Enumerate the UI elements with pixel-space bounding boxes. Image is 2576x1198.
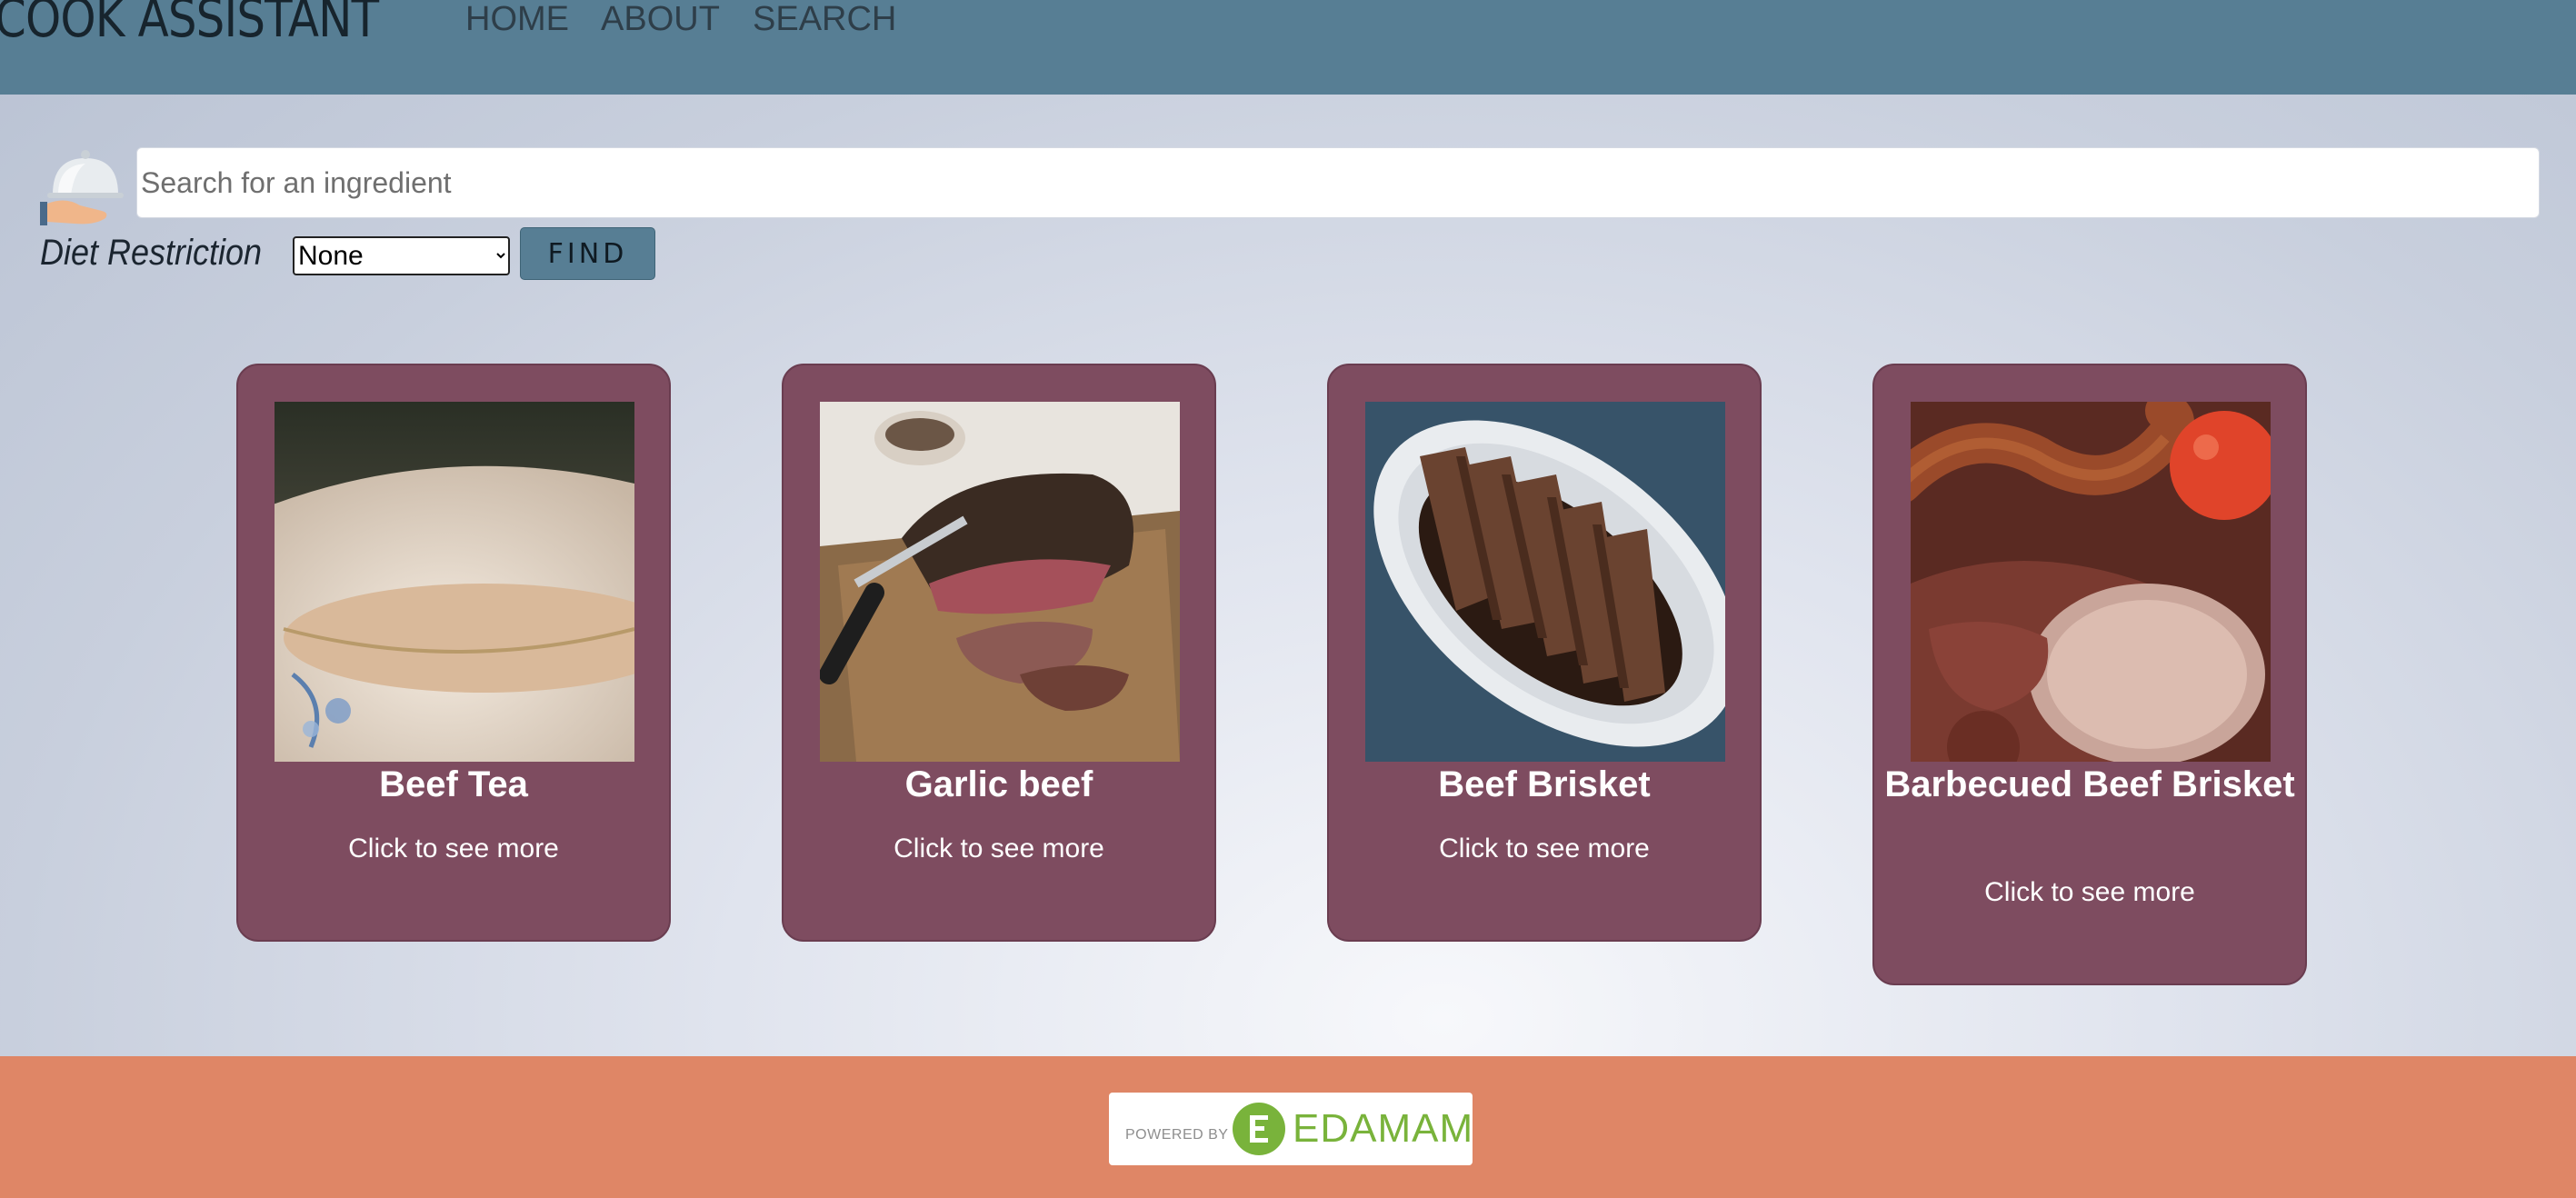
recipe-title: Garlic beef [904,764,1093,804]
recipe-title: Barbecued Beef Brisket [1884,764,2295,804]
diet-restriction-label: Diet Restriction [40,233,263,273]
see-more-link[interactable]: Click to see more [784,833,1214,865]
garlic-beef-image [820,402,1180,762]
recipe-title: Beef Brisket [1438,764,1651,804]
recipe-image[interactable] [820,402,1180,762]
nav-about-link[interactable]: ABOUT [601,0,720,40]
beef-brisket-image [1365,402,1725,762]
recipe-card[interactable]: Barbecued Beef Brisket Click to see more [1872,364,2307,985]
edamam-logo-icon [1233,1103,1285,1155]
find-button[interactable]: FIND [520,227,655,280]
recipe-title: Beef Tea [379,764,528,804]
barbecued-brisket-image [1911,402,2271,762]
nav-home-link[interactable]: HOME [465,0,569,40]
top-nav-bar: COOK ASSISTANT HOME ABOUT SEARCH [0,0,2576,95]
recipe-card[interactable]: Garlic beef Click to see more [782,364,1216,942]
see-more-link[interactable]: Click to see more [238,833,669,865]
recipe-image[interactable] [275,402,634,762]
recipe-card[interactable]: Beef Brisket Click to see more [1327,364,1762,942]
recipe-image[interactable] [1911,402,2271,762]
recipe-image[interactable] [1365,402,1725,762]
edamam-logo-text: EDAMAM [1293,1106,1474,1151]
ingredient-search-input[interactable] [136,147,2540,218]
diet-restriction-select[interactable]: None [293,236,510,275]
see-more-link[interactable]: Click to see more [1874,876,2305,909]
nav-search-link[interactable]: SEARCH [753,0,896,40]
powered-by-edamam-badge[interactable]: POWERED BY EDAMAM [1109,1093,1473,1165]
site-title[interactable]: COOK ASSISTANT [0,0,379,49]
see-more-link[interactable]: Click to see more [1329,833,1760,865]
serving-cloche-hand-icon [40,150,124,225]
recipe-card[interactable]: Beef Tea Click to see more [236,364,671,942]
powered-by-label: POWERED BY [1125,1127,1229,1143]
beef-tea-cup-image [275,402,634,762]
